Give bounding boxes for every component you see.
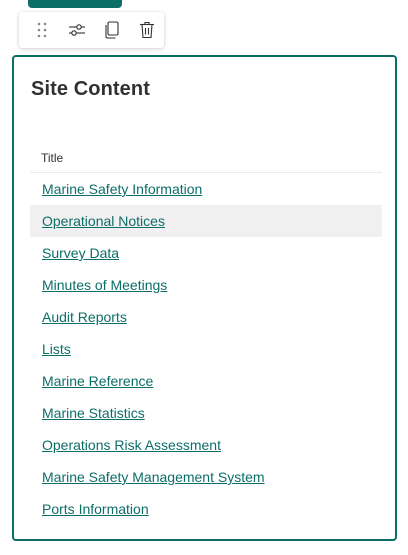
list-item: Operational Notices (30, 205, 382, 237)
list-item: Marine Safety Management System (30, 461, 382, 493)
drag-handle-icon (35, 21, 49, 39)
list-item-link[interactable]: Minutes of Meetings (30, 277, 167, 293)
site-content-webpart[interactable]: Site Content Title Marine Safety Informa… (12, 55, 397, 541)
list-item: Survey Data (30, 237, 382, 269)
list-item-link[interactable]: Operations Risk Assessment (30, 437, 221, 453)
delete-button[interactable] (129, 12, 164, 48)
list-item: Marine Safety Information (30, 173, 382, 205)
webpart-title: Site Content (31, 78, 150, 100)
settings-sliders-icon (68, 22, 86, 38)
webpart-toolbar (19, 12, 164, 48)
list-item: Audit Reports (30, 301, 382, 333)
list-item: Operations Risk Assessment (30, 429, 382, 461)
list-item: Lists (30, 333, 382, 365)
list-item: Marine Statistics (30, 397, 382, 429)
list-item-link[interactable]: Marine Safety Management System (30, 469, 265, 485)
list-item-link[interactable]: Operational Notices (30, 213, 165, 229)
list-item-link[interactable]: Audit Reports (30, 309, 127, 325)
list-item: Marine Reference (30, 365, 382, 397)
list-item-link[interactable]: Lists (30, 341, 71, 357)
drag-handle-button[interactable] (25, 12, 60, 48)
list-column-header: Title (30, 143, 382, 173)
delete-icon (139, 21, 155, 39)
edit-properties-button[interactable] (60, 12, 95, 48)
site-content-list: Marine Safety Information Operational No… (30, 173, 382, 525)
list-item-link[interactable]: Marine Statistics (30, 405, 145, 421)
list-item-link[interactable]: Survey Data (30, 245, 119, 261)
section-tab-indicator[interactable] (28, 0, 122, 8)
list-item: Minutes of Meetings (30, 269, 382, 301)
list-item-link[interactable]: Marine Safety Information (30, 181, 202, 197)
copy-icon (104, 21, 120, 39)
column-header-title[interactable]: Title (30, 151, 63, 165)
duplicate-button[interactable] (95, 12, 130, 48)
list-item: Ports Information (30, 493, 382, 525)
list-item-link[interactable]: Marine Reference (30, 373, 153, 389)
list-item-link[interactable]: Ports Information (30, 501, 149, 517)
